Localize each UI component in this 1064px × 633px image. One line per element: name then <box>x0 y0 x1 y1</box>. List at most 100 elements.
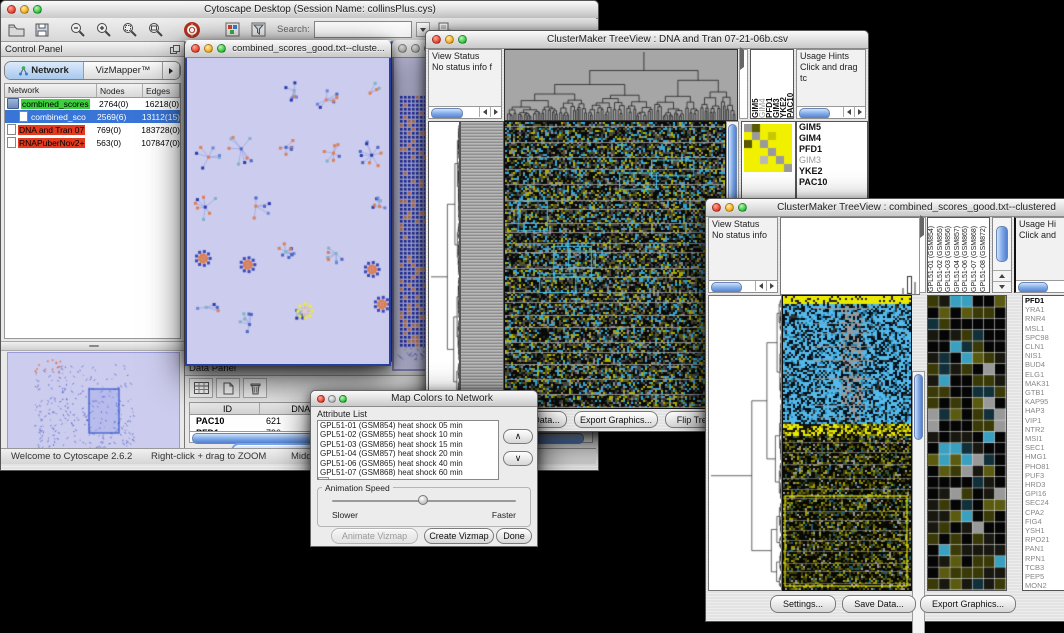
gene-list-item[interactable]: PAC10 <box>797 177 867 188</box>
minimize-icon[interactable] <box>204 44 213 53</box>
minimize-icon[interactable] <box>328 395 336 403</box>
column-label[interactable]: YKE2 <box>780 50 787 118</box>
gene-list-item[interactable]: RPN1 <box>1023 554 1064 563</box>
treeview2-row-dendrogram[interactable] <box>708 295 782 591</box>
treeview2-collabel-vscrollbar[interactable] <box>992 217 1012 293</box>
attribute-list-item[interactable]: GPL51-02 (GSM855) heat shock 10 min <box>318 430 498 439</box>
usage-hints-hscrollbar[interactable] <box>1016 280 1064 292</box>
column-label[interactable]: GPL51-06 (GSM865) <box>962 218 971 292</box>
network-list-row[interactable]: combined_sco 2569(6) 13112(15) <box>5 110 180 123</box>
zoom-window-icon[interactable] <box>738 203 747 212</box>
tab-vizmapper[interactable]: VizMapper™ <box>84 62 163 79</box>
gene-list-item[interactable]: MAK31 <box>1023 379 1064 388</box>
column-label[interactable]: GIM4 <box>759 50 766 118</box>
tab-overflow-icon[interactable] <box>163 62 180 79</box>
gene-list-item[interactable]: RPO21 <box>1023 535 1064 544</box>
export-graphics-button[interactable]: Export Graphics... <box>574 411 658 428</box>
treeview2-zoom-heatmap[interactable] <box>927 295 1007 591</box>
treeview2-column-strip[interactable] <box>919 217 926 293</box>
column-label[interactable]: GPL51-02 (GSM855) <box>937 218 946 292</box>
birdseye-view[interactable] <box>7 352 180 460</box>
column-label[interactable]: GIM3 <box>773 50 780 118</box>
export-graphics-button[interactable]: Export Graphics... <box>920 595 1016 613</box>
settings-button[interactable]: Settings... <box>770 595 836 613</box>
minimize-icon[interactable] <box>725 203 734 212</box>
gene-list-item[interactable]: PEP5 <box>1023 572 1064 581</box>
gene-list-item[interactable]: GIM5 <box>797 122 867 133</box>
column-label[interactable]: GPL51-08 (GSM872) <box>980 218 989 292</box>
delete-attribute-icon[interactable] <box>243 378 267 398</box>
attribute-list-item[interactable]: GPL51-07 (GSM868) heat shock 60 min <box>318 468 498 477</box>
treeview1-column-dendrogram[interactable] <box>504 49 738 121</box>
gene-list-item[interactable]: CLN1 <box>1023 342 1064 351</box>
treeview1-heatmap[interactable] <box>504 121 726 409</box>
gene-list-item[interactable]: VIP1 <box>1023 416 1064 425</box>
close-icon[interactable] <box>398 44 407 53</box>
main-window-titlebar[interactable]: Cytoscape Desktop (Session Name: collins… <box>1 1 598 19</box>
save-icon[interactable] <box>31 21 53 39</box>
treeview2-titlebar[interactable]: ClusterMaker TreeView : combined_scores_… <box>706 199 1064 217</box>
zoom-out-icon[interactable] <box>67 21 89 39</box>
zoom-window-icon[interactable] <box>339 395 347 403</box>
treeview1-row-dendrogram[interactable] <box>428 121 460 409</box>
network-list-row[interactable]: DNA and Tran 07 769(0) 183728(0) <box>5 123 180 136</box>
gene-list-item[interactable]: MON2 <box>1023 581 1064 590</box>
tab-network[interactable]: Network <box>5 62 84 79</box>
treeview1-zoom-heatmap[interactable] <box>744 124 792 172</box>
network-list-row[interactable]: RNAPuberNov2+ 563(0) 107847(0) <box>5 136 180 149</box>
gene-list-item[interactable]: TCB3 <box>1023 563 1064 572</box>
zoom-fit-icon[interactable] <box>145 21 167 39</box>
gene-list-item[interactable]: KAP95 <box>1023 397 1064 406</box>
attribute-list-vscrollbar[interactable] <box>318 477 329 480</box>
attribute-table-icon[interactable] <box>189 378 213 398</box>
done-button[interactable]: Done <box>496 528 532 544</box>
column-label[interactable]: GPL51-01 (GSM854) <box>928 218 937 292</box>
zoom-window-icon[interactable] <box>458 35 467 44</box>
usage-hints-hscrollbar[interactable] <box>797 106 865 118</box>
gene-list-item[interactable]: MSL1 <box>1023 324 1064 333</box>
column-label[interactable]: GPL51-03 (GSM856) <box>945 218 954 292</box>
treeview1-row-labels[interactable] <box>460 121 504 409</box>
column-label[interactable]: GIM5 <box>752 50 759 118</box>
network-table-header[interactable]: Network Nodes Edges <box>5 84 180 97</box>
gene-list-item[interactable]: GIM3 <box>797 155 867 166</box>
dialog-titlebar[interactable]: Map Colors to Network <box>311 391 537 407</box>
help-lifesaver-icon[interactable] <box>181 21 203 39</box>
gene-list-item[interactable]: RNR4 <box>1023 314 1064 323</box>
attribute-list-item[interactable]: GPL51-04 (GSM857) heat shock 20 min <box>318 449 498 458</box>
attribute-list-item[interactable]: GPL51-01 (GSM854) heat shock 05 min <box>318 421 498 430</box>
gene-list-item[interactable]: NTR2 <box>1023 425 1064 434</box>
column-label[interactable]: GPL51-07 (GSM868) <box>971 218 980 292</box>
new-attribute-icon[interactable] <box>216 378 240 398</box>
gene-list-item[interactable]: FIG4 <box>1023 517 1064 526</box>
float-panel-icon[interactable] <box>170 45 180 54</box>
attribute-list-item[interactable]: GPL51-03 (GSM856) heat shock 15 min <box>318 440 498 449</box>
zoom-window-icon[interactable] <box>33 5 42 14</box>
gene-list-item[interactable]: SEC24 <box>1023 498 1064 507</box>
gene-list-item[interactable]: GIM4 <box>797 133 867 144</box>
column-label[interactable]: PAC10 <box>787 50 794 118</box>
gene-list-item[interactable]: SPC98 <box>1023 333 1064 342</box>
gene-list-item[interactable]: YRA1 <box>1023 305 1064 314</box>
plugin-apps-icon[interactable] <box>221 21 243 39</box>
view-status-hscrollbar[interactable] <box>429 106 501 118</box>
gene-list-item[interactable]: HRD3 <box>1023 480 1064 489</box>
gene-list-item[interactable]: NIS1 <box>1023 351 1064 360</box>
network1-canvas[interactable] <box>185 58 391 366</box>
panel-splitter[interactable] <box>1 341 184 351</box>
treeview2-column-dendrogram[interactable] <box>780 217 920 295</box>
treeview2-vscrollbar[interactable] <box>912 371 925 633</box>
zoom-selected-icon[interactable] <box>119 21 141 39</box>
minimize-icon[interactable] <box>411 44 420 53</box>
minimize-icon[interactable] <box>20 5 29 14</box>
gene-list-item[interactable]: PHO81 <box>1023 462 1064 471</box>
gene-list-item[interactable]: HMG1 <box>1023 452 1064 461</box>
zoom-window-icon[interactable] <box>217 44 226 53</box>
gene-list-item[interactable]: GTB1 <box>1023 388 1064 397</box>
gene-list-item[interactable]: BUD4 <box>1023 360 1064 369</box>
filter-funnel-icon[interactable] <box>247 21 269 39</box>
save-data-button[interactable]: Save Data... <box>842 595 916 613</box>
close-icon[interactable] <box>712 203 721 212</box>
close-icon[interactable] <box>317 395 325 403</box>
gene-list-item[interactable]: PFD1 <box>797 144 867 155</box>
